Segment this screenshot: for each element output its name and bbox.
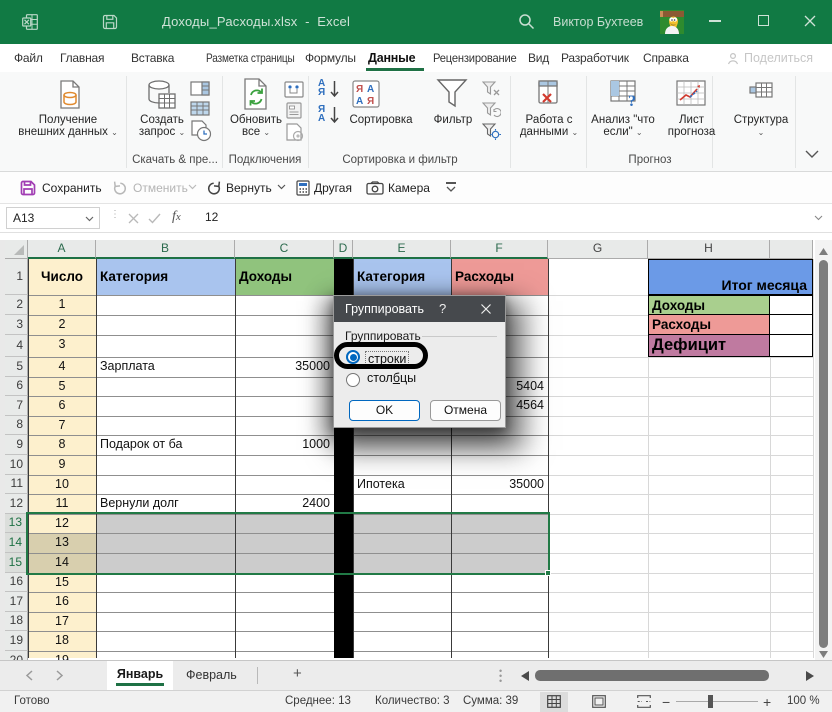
svg-text:А: А bbox=[367, 84, 374, 95]
svg-text:?: ? bbox=[628, 93, 636, 108]
svg-text:Я: Я bbox=[356, 84, 363, 95]
svg-text:Я: Я bbox=[367, 96, 374, 107]
svg-text:А: А bbox=[356, 96, 363, 107]
